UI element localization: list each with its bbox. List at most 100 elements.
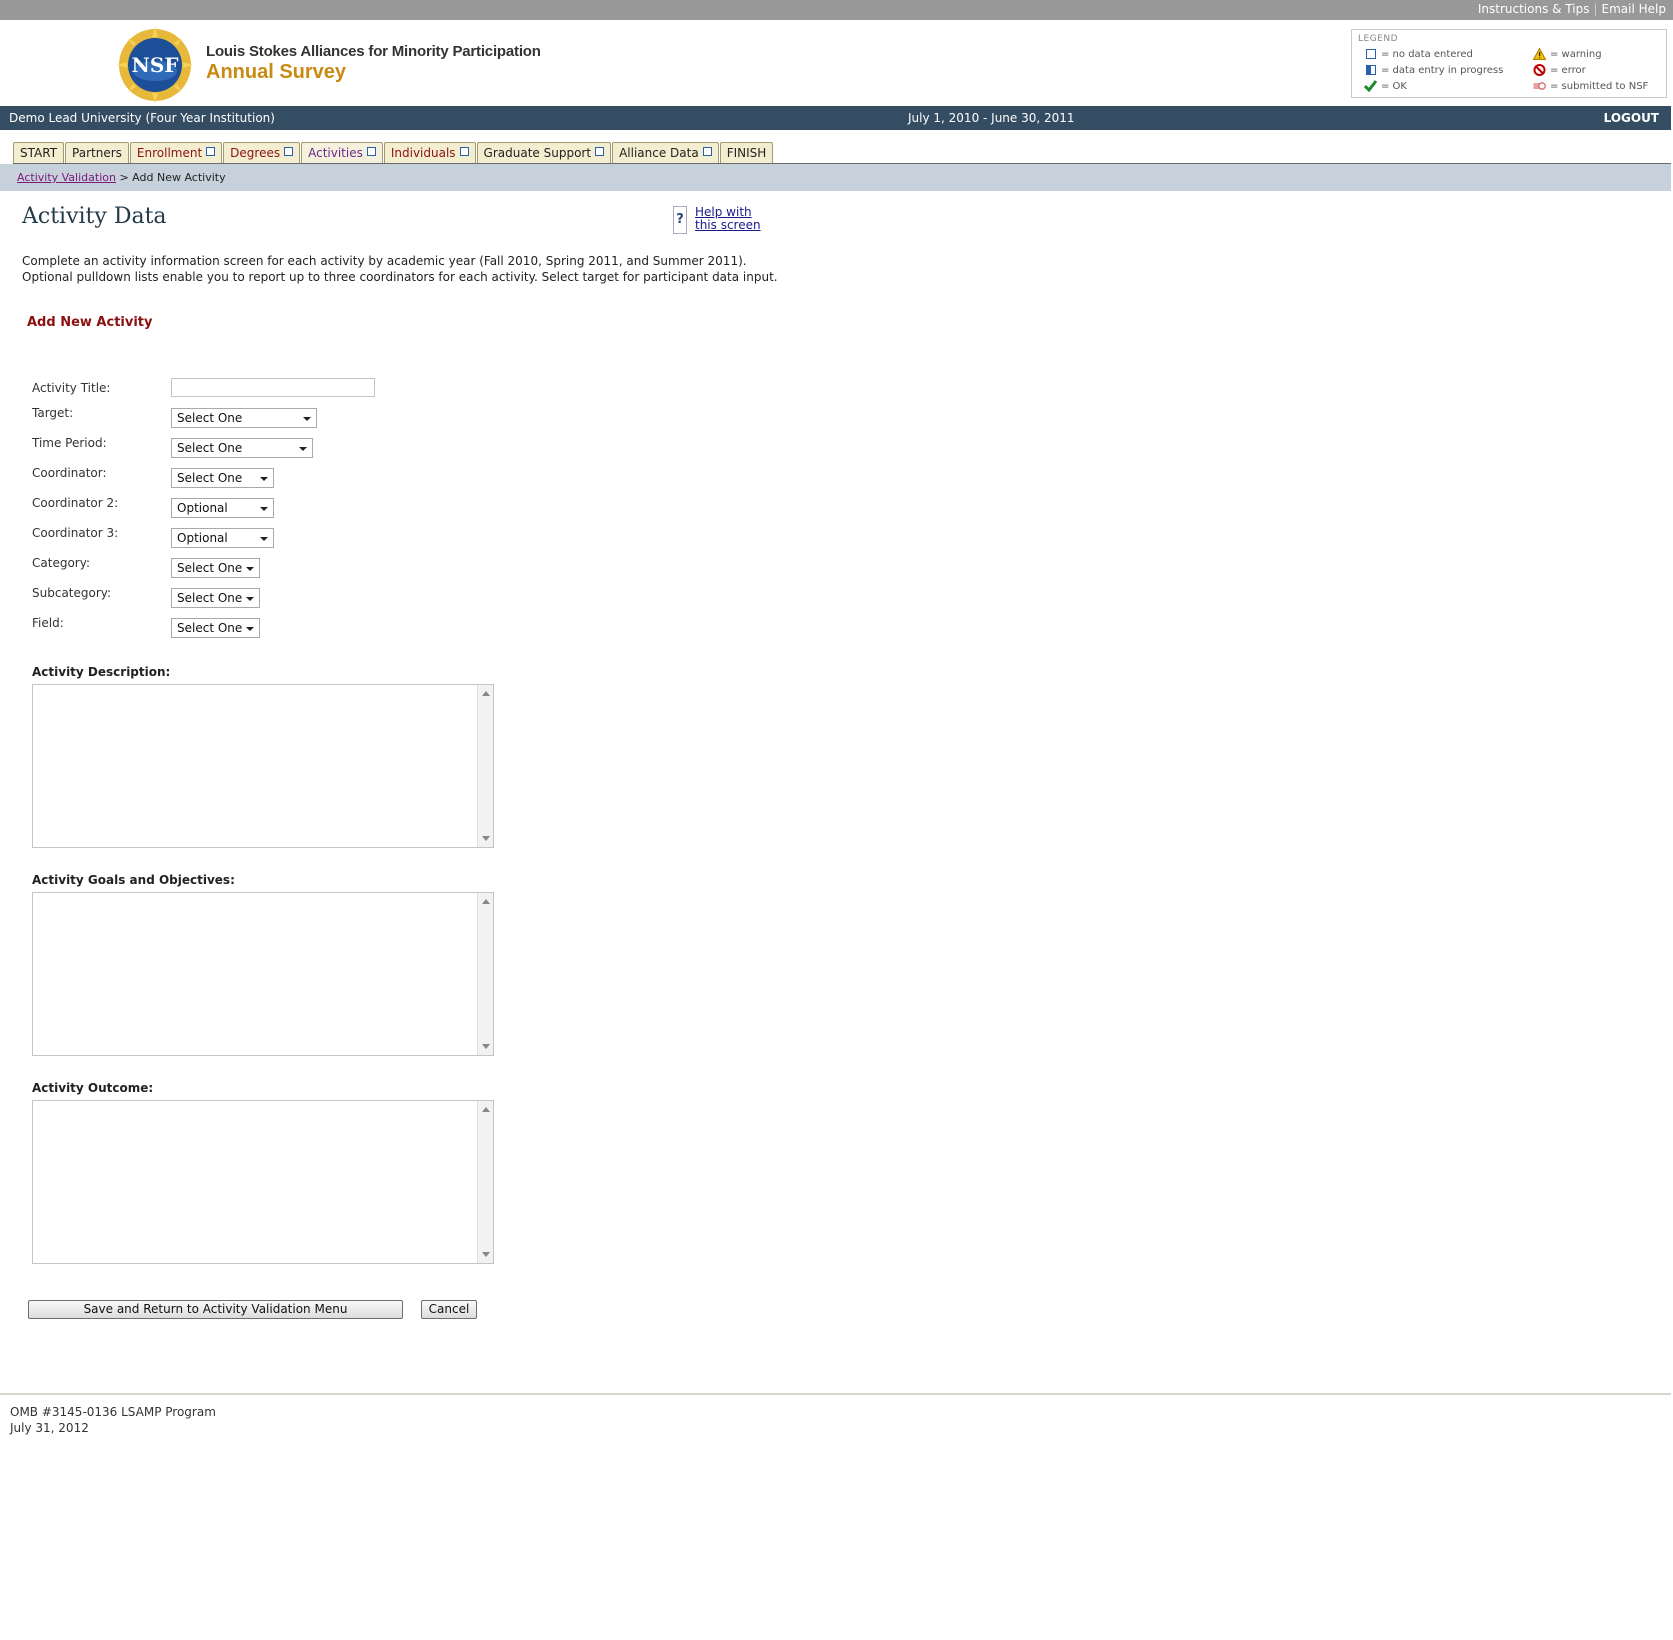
activity-title-label: Activity Title: <box>32 381 111 395</box>
chevron-down-icon <box>301 414 313 424</box>
tab-start[interactable]: START <box>13 142 65 163</box>
tab-degrees[interactable]: Degrees <box>223 142 301 163</box>
footer: OMB #3145-0136 LSAMP Program July 31, 20… <box>10 1404 216 1436</box>
legend-submitted: = submitted to NSF <box>1533 80 1648 92</box>
scroll-up-icon[interactable] <box>482 899 490 904</box>
legend-in-progress: = data entry in progress <box>1364 64 1503 76</box>
scroll-up-icon[interactable] <box>482 691 490 696</box>
chevron-down-icon <box>258 474 270 484</box>
field-label: Field: <box>32 616 64 630</box>
save-return-button[interactable]: Save and Return to Activity Validation M… <box>28 1300 403 1319</box>
chevron-down-icon <box>244 594 256 604</box>
instructions-tips-link[interactable]: Instructions & Tips <box>1478 2 1590 16</box>
survey-tabs: START Partners Enrollment Degrees Activi… <box>13 142 774 163</box>
email-help-link[interactable]: Email Help <box>1602 2 1666 16</box>
legend-ok: = OK <box>1364 80 1407 92</box>
header: NSF Louis Stokes Alliances for Minority … <box>0 20 1673 106</box>
legend-warning: = warning <box>1533 48 1602 60</box>
tab-label: START <box>20 146 58 160</box>
checkmark-icon <box>1364 80 1377 92</box>
breadcrumb-activity-validation-link[interactable]: Activity Validation <box>17 171 116 184</box>
chevron-down-icon <box>297 444 309 454</box>
reporting-period: July 1, 2010 - June 30, 2011 <box>908 111 1075 125</box>
tab-activities[interactable]: Activities <box>301 142 383 163</box>
activity-title-input[interactable] <box>171 378 375 397</box>
legend-label: = warning <box>1550 48 1602 60</box>
legend-label: = submitted to NSF <box>1550 80 1649 92</box>
cancel-button[interactable]: Cancel <box>421 1300 477 1319</box>
activity-goals-textarea[interactable] <box>32 892 494 1056</box>
tab-label: Individuals <box>390 146 456 160</box>
tab-label: Enrollment <box>136 146 203 160</box>
empty-box-icon <box>284 147 294 156</box>
logout-link[interactable]: LOGOUT <box>1604 111 1659 125</box>
legend-error: = error <box>1533 64 1586 76</box>
target-select-value: Select One <box>177 411 243 425</box>
category-select-value: Select One <box>177 561 243 575</box>
time-period-label: Time Period: <box>32 436 107 450</box>
activity-outcome-label: Activity Outcome: <box>32 1081 154 1095</box>
target-select[interactable]: Select One <box>171 408 317 428</box>
session-info-bar: Demo Lead University (Four Year Institut… <box>0 106 1671 130</box>
error-icon <box>1533 64 1546 76</box>
coordinator-3-label: Coordinator 3: <box>32 526 119 540</box>
help-with-screen[interactable]: ? Help with this screen <box>673 206 761 234</box>
coordinator-2-select[interactable]: Optional <box>171 498 274 518</box>
scroll-down-icon[interactable] <box>482 1044 490 1049</box>
breadcrumb-separator: > <box>119 171 129 184</box>
help-link-line2[interactable]: this screen <box>695 219 761 232</box>
scroll-down-icon[interactable] <box>482 1252 490 1257</box>
program-name: Louis Stokes Alliances for Minority Part… <box>206 43 541 60</box>
status-legend: LEGEND = no data entered = data entry in… <box>1351 29 1667 98</box>
help-link[interactable]: Help with this screen <box>695 206 761 232</box>
field-select-value: Select One <box>177 621 243 635</box>
coordinator-2-select-value: Optional <box>177 501 228 515</box>
time-period-select-value: Select One <box>177 441 243 455</box>
help-question-icon[interactable]: ? <box>673 206 687 234</box>
intro-line-2: Optional pulldown lists enable you to re… <box>22 270 778 284</box>
tab-graduate-support[interactable]: Graduate Support <box>476 142 612 163</box>
category-select[interactable]: Select One <box>171 558 260 578</box>
chevron-down-icon <box>258 534 270 544</box>
top-utility-bar: Instructions & Tips | Email Help <box>0 0 1673 20</box>
subcategory-label: Subcategory: <box>32 586 112 600</box>
tab-enrollment[interactable]: Enrollment <box>129 142 223 163</box>
page-title: Activity Data <box>22 204 167 229</box>
legend-no-data: = no data entered <box>1364 48 1473 60</box>
scroll-up-icon[interactable] <box>482 1107 490 1112</box>
time-period-select[interactable]: Select One <box>171 438 313 458</box>
top-links: Instructions & Tips | Email Help <box>1478 2 1666 16</box>
subcategory-select-value: Select One <box>177 591 243 605</box>
activity-outcome-textarea[interactable] <box>32 1100 494 1264</box>
coordinator-3-select[interactable]: Optional <box>171 528 274 548</box>
tab-individuals[interactable]: Individuals <box>383 142 476 163</box>
tab-partners[interactable]: Partners <box>65 142 129 163</box>
tab-label: Partners <box>72 146 122 160</box>
category-label: Category: <box>32 556 90 570</box>
field-select[interactable]: Select One <box>171 618 260 638</box>
empty-box-icon <box>206 147 216 156</box>
legend-label: = OK <box>1381 80 1407 92</box>
scrollbar[interactable] <box>477 685 493 847</box>
tab-label: Alliance Data <box>619 146 699 160</box>
subcategory-select[interactable]: Select One <box>171 588 260 608</box>
scrollbar[interactable] <box>477 1101 493 1263</box>
tab-finish[interactable]: FINISH <box>719 142 774 163</box>
nsf-logo-text: NSF <box>132 53 179 77</box>
coordinator-3-select-value: Optional <box>177 531 228 545</box>
breadcrumb: Activity Validation > Add New Activity <box>0 164 1671 191</box>
submitted-icon <box>1533 82 1546 90</box>
activity-description-textarea[interactable] <box>32 684 494 848</box>
empty-box-icon <box>1364 48 1377 60</box>
coordinator-select[interactable]: Select One <box>171 468 274 488</box>
scrollbar[interactable] <box>477 893 493 1055</box>
chevron-down-icon <box>258 504 270 514</box>
activity-description-label: Activity Description: <box>32 665 171 679</box>
top-links-separator: | <box>1593 2 1598 16</box>
coordinator-select-value: Select One <box>177 471 243 485</box>
tab-alliance-data[interactable]: Alliance Data <box>612 142 719 163</box>
scroll-down-icon[interactable] <box>482 836 490 841</box>
footer-divider <box>0 1393 1671 1395</box>
coordinator-2-label: Coordinator 2: <box>32 496 119 510</box>
breadcrumb-current: Add New Activity <box>132 171 226 184</box>
